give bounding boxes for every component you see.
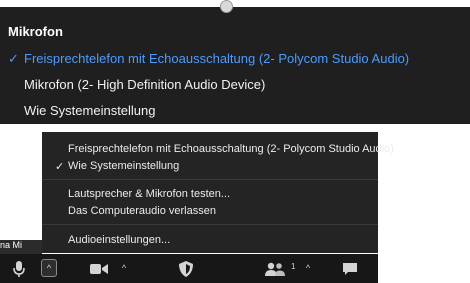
mic-option-system-default[interactable]: Wie Systemeinstellung (24, 103, 156, 118)
mic-option-polycom[interactable]: Freisprechtelefon mit Echoausschaltung (… (24, 51, 409, 66)
drag-handle-icon (220, 0, 233, 13)
microphone-dropdown: Mikrofon ✓ Freisprechtelefon mit Echoaus… (0, 7, 470, 124)
menu-divider (42, 179, 378, 180)
chevron-up-icon: ^ (305, 263, 311, 273)
checkmark-icon: ✓ (55, 161, 65, 173)
mic-option-hd-audio[interactable]: Mikrofon (2- High Definition Audio Devic… (24, 77, 265, 92)
video-camera-icon (90, 263, 108, 274)
video-button[interactable] (88, 254, 110, 283)
meeting-toolbar: ^ ^ 1 ^ (0, 254, 378, 283)
chat-icon (343, 262, 357, 275)
security-shield-icon (179, 260, 193, 277)
chevron-up-icon: ^ (46, 262, 52, 273)
participants-icon (265, 262, 285, 276)
chevron-up-icon: ^ (121, 263, 127, 273)
checkmark-icon: ✓ (8, 51, 19, 66)
microphone-icon (13, 260, 25, 277)
speaker-option-system-default[interactable]: Wie Systemeinstellung (68, 160, 179, 172)
security-button[interactable] (176, 254, 196, 283)
participants-options-button[interactable]: ^ (302, 254, 314, 283)
video-options-button[interactable]: ^ (118, 254, 130, 283)
audio-settings-item[interactable]: Audioeinstellungen... (68, 234, 170, 246)
participant-name: na Mi (0, 240, 23, 250)
chat-button[interactable] (340, 254, 360, 283)
menu-divider (42, 224, 378, 225)
mute-button[interactable] (8, 254, 30, 283)
audio-menu: Freisprechtelefon mit Echoausschaltung (… (42, 132, 394, 253)
microphone-heading: Mikrofon (8, 24, 63, 39)
speaker-option-polycom[interactable]: Freisprechtelefon mit Echoausschaltung (… (68, 143, 394, 155)
audio-options-button[interactable]: ^ (41, 259, 57, 277)
test-speaker-mic-item[interactable]: Lautsprecher & Mikrofon testen... (68, 188, 230, 200)
participants-count: 1 (291, 262, 296, 271)
leave-computer-audio-item[interactable]: Das Computeraudio verlassen (68, 205, 216, 217)
participants-button[interactable] (262, 254, 288, 283)
